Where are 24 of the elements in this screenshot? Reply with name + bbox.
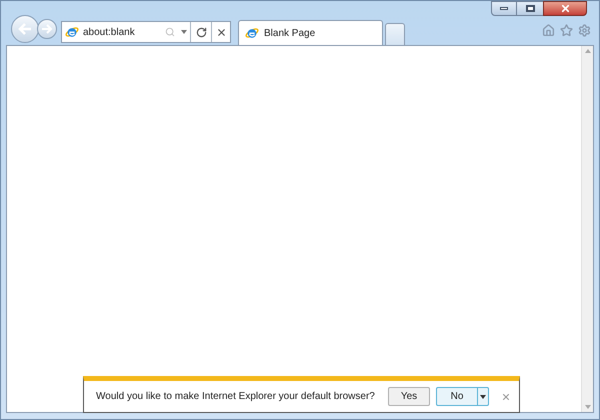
no-button-group[interactable]: No: [436, 387, 489, 406]
new-tab-button[interactable]: [385, 23, 405, 45]
yes-button[interactable]: Yes: [388, 387, 430, 406]
scrollbar[interactable]: [581, 46, 593, 412]
favorites-icon[interactable]: [560, 24, 573, 37]
forward-arrow-icon: [41, 24, 53, 34]
home-icon[interactable]: [542, 24, 555, 37]
browser-logo-icon: [245, 26, 259, 40]
close-button[interactable]: [543, 1, 587, 16]
close-icon[interactable]: [501, 392, 511, 402]
back-button[interactable]: [11, 15, 39, 43]
forward-button[interactable]: [37, 19, 57, 39]
notification-message: Would you like to make Internet Explorer your default browser?: [96, 390, 376, 404]
back-arrow-icon: [17, 22, 33, 36]
tab[interactable]: Blank Page: [238, 20, 383, 45]
maximize-button[interactable]: [517, 1, 543, 16]
close-icon: [560, 3, 570, 14]
dropdown-caret-icon[interactable]: [477, 388, 488, 405]
minimize-icon: [500, 7, 508, 10]
settings-icon[interactable]: [578, 24, 591, 37]
scroll-up-icon[interactable]: [584, 49, 590, 53]
minimize-button[interactable]: [491, 1, 517, 16]
maximize-icon: [526, 5, 534, 12]
scroll-down-icon[interactable]: [584, 405, 590, 409]
